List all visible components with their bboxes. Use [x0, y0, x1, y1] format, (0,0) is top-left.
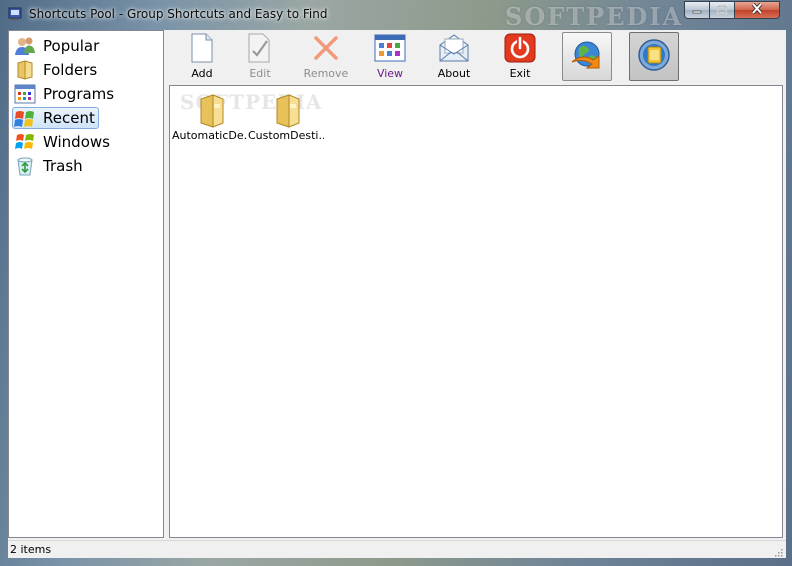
- category-label: Popular: [43, 37, 100, 55]
- add-label: Add: [191, 67, 213, 80]
- status-bar: 2 items: [8, 540, 786, 558]
- category-label: Folders: [43, 61, 98, 79]
- people-icon: [13, 35, 37, 57]
- lock-circle-button[interactable]: [629, 32, 679, 81]
- close-icon: [751, 2, 763, 17]
- view-button[interactable]: View: [368, 32, 412, 82]
- add-button[interactable]: Add: [180, 32, 224, 82]
- softpedia-watermark: SOFTPEDIA: [505, 2, 684, 31]
- lock-circle-icon: [637, 38, 671, 75]
- category-label: Recent: [43, 109, 95, 127]
- minimize-icon: [692, 3, 702, 17]
- edit-button[interactable]: Edit: [238, 32, 282, 82]
- folder-icon: [193, 90, 227, 128]
- close-button[interactable]: [735, 1, 780, 19]
- maximize-icon: [717, 3, 727, 17]
- power-icon: [504, 32, 536, 64]
- exit-button[interactable]: Exit: [498, 32, 542, 82]
- folder-icon: [13, 59, 37, 81]
- client-area: Popular Folders Programs Recent Windows …: [8, 30, 786, 558]
- shortcut-list-view[interactable]: SOFTPEDIA AutomaticDe... CustomDesti...: [169, 85, 783, 538]
- windows-flag-icon: [13, 131, 37, 153]
- category-item-windows[interactable]: Windows: [12, 131, 114, 153]
- maximize-button[interactable]: [710, 1, 735, 19]
- about-label: About: [437, 67, 471, 80]
- recent-icon: [13, 107, 37, 129]
- category-label: Trash: [43, 157, 83, 175]
- file-name: AutomaticDe...: [172, 129, 248, 142]
- file-item[interactable]: CustomDesti...: [248, 90, 324, 142]
- globe-shortcut-icon: [569, 38, 605, 75]
- remove-x-icon: [313, 32, 339, 64]
- app-icon[interactable]: [8, 7, 22, 21]
- view-label: View: [376, 67, 404, 80]
- new-document-icon: [190, 32, 214, 64]
- globe-shortcut-button[interactable]: [562, 32, 612, 81]
- folder-icon: [269, 90, 303, 128]
- edit-label: Edit: [249, 67, 271, 80]
- category-label: Windows: [43, 133, 110, 151]
- window-title: Shortcuts Pool - Group Shortcuts and Eas…: [29, 7, 328, 21]
- view-grid-icon: [374, 32, 406, 64]
- recycle-bin-icon: [13, 155, 37, 177]
- exit-label: Exit: [509, 67, 531, 80]
- window-controls: [684, 1, 780, 20]
- category-item-programs[interactable]: Programs: [12, 83, 118, 105]
- title-bar[interactable]: Shortcuts Pool - Group Shortcuts and Eas…: [0, 0, 792, 31]
- category-label: Programs: [43, 85, 115, 103]
- category-item-recent[interactable]: Recent: [12, 107, 99, 129]
- about-button[interactable]: About: [432, 32, 476, 82]
- file-name: CustomDesti...: [248, 129, 324, 142]
- category-item-trash[interactable]: Trash: [12, 155, 87, 177]
- status-text: 2 items: [10, 543, 52, 556]
- category-item-popular[interactable]: Popular: [12, 35, 103, 57]
- category-list[interactable]: Popular Folders Programs Recent Windows …: [8, 30, 164, 538]
- remove-label: Remove: [303, 67, 349, 80]
- envelope-icon: [438, 32, 470, 64]
- remove-button[interactable]: Remove: [296, 32, 356, 82]
- category-item-folders[interactable]: Folders: [12, 59, 101, 81]
- resize-grip-icon[interactable]: [773, 546, 783, 557]
- toolbar: Add Edit Remove View About Exit: [168, 30, 784, 84]
- file-item[interactable]: AutomaticDe...: [172, 90, 248, 142]
- minimize-button[interactable]: [684, 1, 710, 19]
- edit-document-icon: [247, 32, 273, 64]
- programs-icon: [13, 83, 37, 105]
- app-window: Shortcuts Pool - Group Shortcuts and Eas…: [0, 0, 792, 566]
